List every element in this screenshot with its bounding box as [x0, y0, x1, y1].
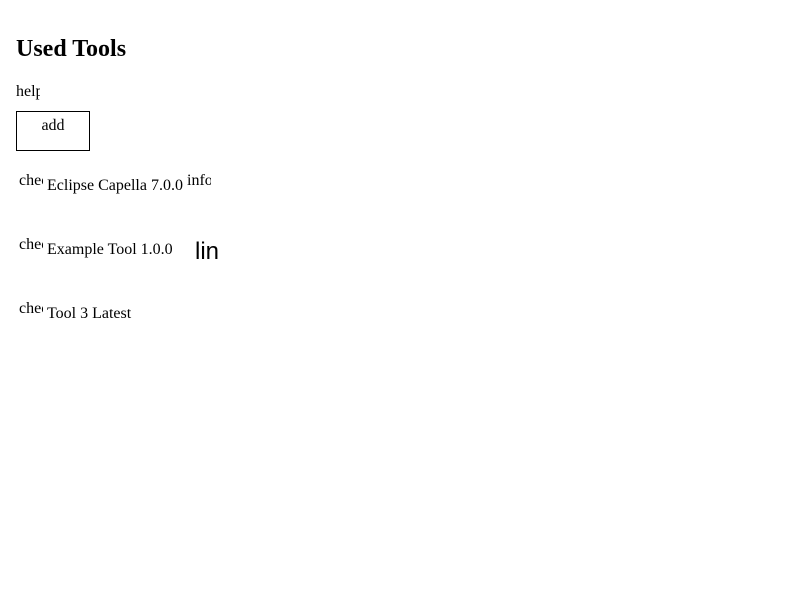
tool-row: check Example Tool 1.0.0 link	[16, 235, 416, 275]
tool-name: Tool 3 Latest	[47, 305, 132, 322]
add-button-label: add	[41, 117, 65, 134]
tool-row: check Eclipse Capella 7.0.0 info	[16, 171, 416, 211]
page: Used Tools help add check Eclipse Capell…	[0, 0, 800, 600]
check-icon[interactable]: check	[19, 235, 43, 255]
tool-name: Eclipse Capella 7.0.0	[47, 177, 183, 194]
info-icon[interactable]: info	[187, 171, 211, 191]
check-icon[interactable]: check	[19, 171, 43, 191]
add-tool-button[interactable]: add	[16, 111, 90, 151]
help-icon[interactable]: help	[16, 82, 40, 102]
page-title: Used Tools	[16, 36, 127, 62]
tool-name: Example Tool 1.0.0	[47, 241, 173, 258]
check-icon[interactable]: check	[19, 299, 43, 319]
tool-row: check Tool 3 Latest	[16, 299, 416, 339]
link-icon[interactable]: link	[195, 239, 219, 265]
